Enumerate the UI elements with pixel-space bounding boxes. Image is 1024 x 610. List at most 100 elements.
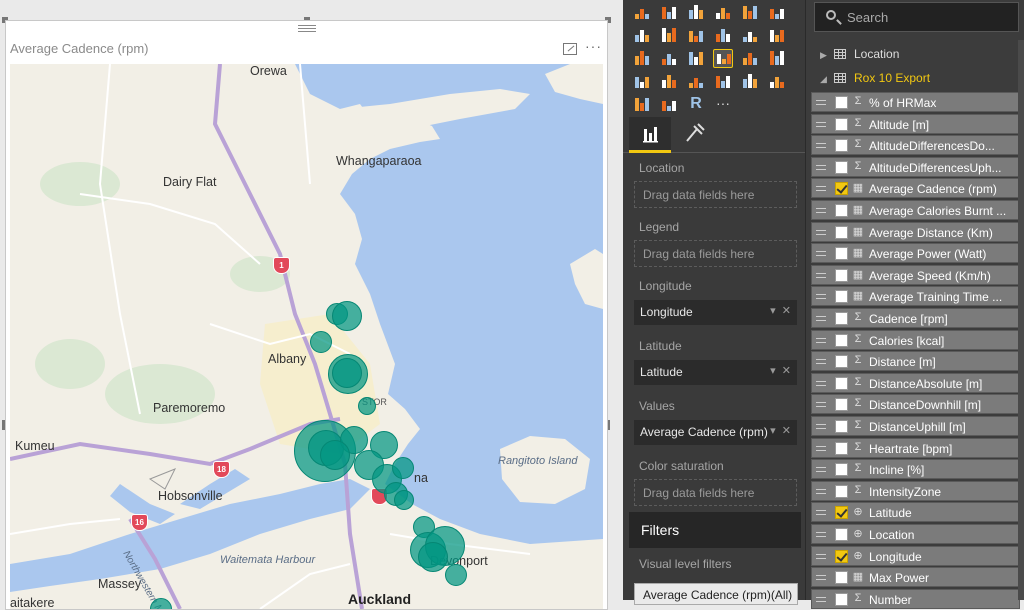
field-checkbox[interactable]: [835, 463, 848, 477]
field-checkbox[interactable]: [835, 247, 848, 261]
longitude-field-pill[interactable]: Longitude ▾ ✕: [634, 300, 797, 325]
drag-handle-icon[interactable]: [816, 532, 826, 537]
field-checkbox[interactable]: [835, 139, 848, 153]
color-saturation-drop-zone[interactable]: Drag data fields here: [634, 479, 797, 506]
more-visuals-icon[interactable]: ···: [713, 95, 733, 114]
stacked-bar-icon[interactable]: [632, 3, 652, 22]
drag-handle-icon[interactable]: [816, 229, 826, 235]
funnel-icon[interactable]: [632, 72, 652, 91]
gauge-icon[interactable]: [686, 72, 706, 91]
field-row[interactable]: ⊕ Latitude: [811, 502, 1020, 523]
field-checkbox[interactable]: [835, 376, 848, 390]
field-checkbox[interactable]: [835, 204, 848, 217]
field-row[interactable]: Σ DistanceDownhill [m]: [811, 394, 1020, 415]
chevron-down-icon[interactable]: ▾: [770, 365, 776, 377]
field-row[interactable]: Σ Altitude [m]: [811, 113, 1020, 134]
field-checkbox[interactable]: [835, 290, 848, 304]
field-row[interactable]: Σ % of HRMax: [811, 92, 1020, 112]
field-checkbox[interactable]: [835, 484, 848, 498]
field-row[interactable]: Σ IntensityZone: [811, 480, 1020, 501]
field-row[interactable]: ▦ Average Cadence (rpm): [811, 178, 1020, 199]
field-row[interactable]: Σ Distance [m]: [811, 351, 1020, 372]
drag-handle-icon[interactable]: [816, 488, 826, 494]
drag-handle-icon[interactable]: [816, 294, 826, 300]
field-row[interactable]: Σ DistanceUphill [m]: [811, 416, 1020, 436]
chevron-right-icon[interactable]: ▶: [820, 50, 830, 61]
map-bubble[interactable]: [392, 457, 414, 479]
fields-scrollbar[interactable]: [1018, 40, 1024, 600]
more-options-icon[interactable]: ···: [585, 38, 602, 54]
map-icon[interactable]: [713, 49, 733, 68]
field-checkbox[interactable]: [835, 312, 848, 325]
chevron-down-icon[interactable]: ▾: [770, 305, 776, 317]
drag-handle-icon[interactable]: [816, 596, 826, 602]
map-bubble[interactable]: [358, 397, 376, 415]
drag-handle-icon[interactable]: [816, 510, 826, 516]
field-checkbox[interactable]: [835, 333, 848, 347]
close-icon[interactable]: ✕: [782, 425, 791, 437]
pie-chart-icon[interactable]: [659, 49, 679, 68]
drag-handle-icon[interactable]: [816, 337, 826, 343]
map-bubble[interactable]: [418, 542, 448, 572]
field-checkbox[interactable]: [835, 355, 848, 369]
field-checkbox[interactable]: [835, 268, 848, 282]
chevron-expanded-icon[interactable]: ◢: [820, 74, 830, 85]
drag-handle-icon[interactable]: [816, 164, 826, 170]
drag-handle-icon[interactable]: [816, 380, 826, 386]
field-checkbox[interactable]: [835, 225, 848, 239]
area-chart-icon[interactable]: [659, 26, 679, 45]
slicer-icon[interactable]: [632, 95, 652, 114]
field-row[interactable]: Σ Incline [%]: [811, 459, 1020, 480]
table-location[interactable]: ▶ Location: [820, 47, 899, 61]
drag-handle-icon[interactable]: [816, 251, 826, 257]
stacked-column-icon[interactable]: [659, 3, 679, 22]
field-checkbox[interactable]: [835, 571, 848, 585]
drag-handle-icon[interactable]: [816, 186, 826, 192]
line-clustered-icon[interactable]: [740, 26, 760, 45]
map-bubble[interactable]: [394, 490, 414, 510]
matrix-icon[interactable]: [767, 49, 787, 68]
drag-handle-icon[interactable]: [816, 208, 826, 213]
field-checkbox[interactable]: [835, 398, 848, 412]
field-checkbox[interactable]: [835, 182, 848, 196]
drag-handle-icon[interactable]: [816, 575, 826, 581]
legend-drop-zone[interactable]: Drag data fields here: [634, 240, 797, 267]
percent-bar-icon[interactable]: [740, 3, 760, 22]
chevron-down-icon[interactable]: ▾: [770, 425, 776, 437]
scatter-icon[interactable]: [632, 49, 652, 68]
filter-card[interactable]: Average Cadence (rpm)(All): [634, 583, 798, 605]
focus-mode-icon[interactable]: [563, 43, 577, 55]
field-checkbox[interactable]: [835, 96, 848, 109]
drag-handle-icon[interactable]: [816, 445, 826, 451]
field-row[interactable]: ▦ Average Calories Burnt ...: [811, 200, 1020, 220]
r-visual-icon[interactable]: R: [686, 95, 706, 114]
ribbon-chart-icon[interactable]: [767, 26, 787, 45]
field-row[interactable]: ▦ Average Speed (Km/h): [811, 264, 1020, 285]
field-row[interactable]: Σ Heartrate [bpm]: [811, 437, 1020, 458]
field-row[interactable]: ▦ Average Power (Watt): [811, 243, 1020, 264]
drag-handle-icon[interactable]: [816, 100, 826, 105]
filled-map-icon[interactable]: [659, 72, 679, 91]
drag-handle-icon[interactable]: [816, 424, 826, 429]
kpi-icon[interactable]: [767, 72, 787, 91]
map-bubble[interactable]: [310, 331, 332, 353]
field-row[interactable]: ⊕ Location: [811, 524, 1020, 544]
field-row[interactable]: Σ AltitudeDifferencesDo...: [811, 135, 1020, 156]
tab-fields[interactable]: [629, 117, 671, 153]
field-checkbox[interactable]: [835, 160, 848, 174]
donut-icon[interactable]: [659, 95, 679, 114]
field-checkbox[interactable]: [835, 117, 848, 131]
table-rox-10-export[interactable]: ◢ Rox 10 Export: [820, 71, 930, 85]
field-checkbox[interactable]: [835, 441, 848, 455]
line-chart-icon[interactable]: [632, 26, 652, 45]
map-bubble[interactable]: [332, 358, 362, 388]
drag-handle-icon[interactable]: [816, 553, 826, 559]
field-checkbox[interactable]: [835, 592, 848, 606]
drag-grip-icon[interactable]: [298, 25, 316, 33]
field-row[interactable]: ▦ Average Training Time ...: [811, 286, 1020, 307]
field-checkbox[interactable]: [835, 420, 848, 433]
field-row[interactable]: ▦ Max Power: [811, 567, 1020, 588]
drag-handle-icon[interactable]: [816, 272, 826, 278]
search-input[interactable]: Search: [814, 2, 1019, 32]
percent-column-icon[interactable]: [767, 3, 787, 22]
